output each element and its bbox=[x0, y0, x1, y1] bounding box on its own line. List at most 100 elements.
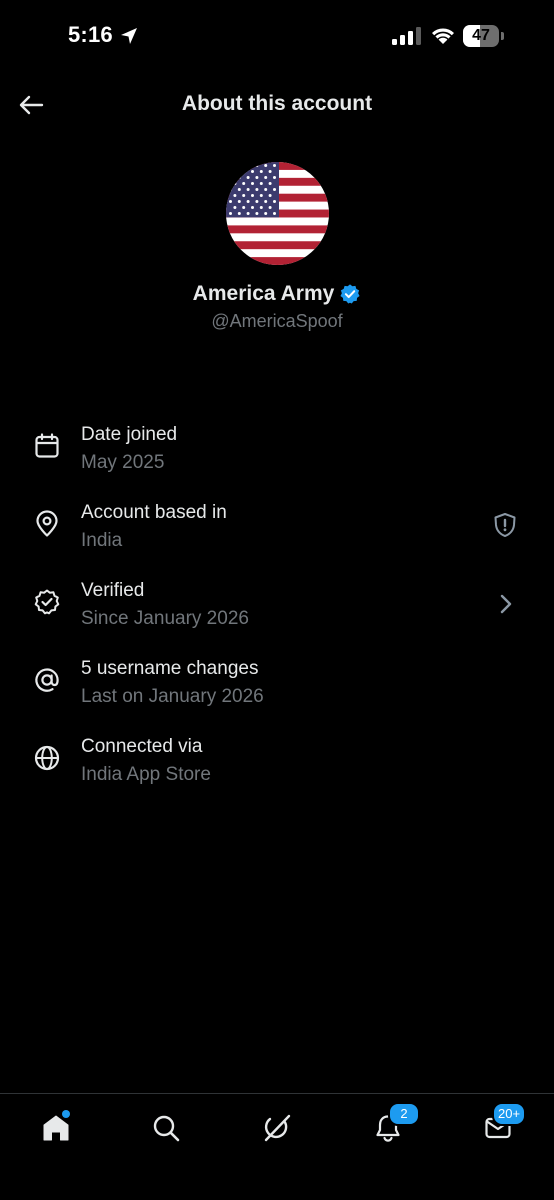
flag-star bbox=[273, 212, 276, 215]
shield-alert-icon[interactable] bbox=[492, 512, 518, 538]
nav-messages[interactable]: 20+ bbox=[476, 1102, 527, 1148]
flag-star bbox=[259, 194, 263, 197]
flag-star bbox=[229, 188, 232, 191]
nav-grok[interactable] bbox=[255, 1108, 299, 1148]
info-item-connected-via: Connected via India App Store bbox=[0, 732, 554, 810]
flag-star bbox=[264, 200, 268, 203]
home-unread-dot bbox=[62, 1110, 70, 1118]
flag-star bbox=[255, 188, 259, 191]
notifications-badge: 2 bbox=[388, 1102, 420, 1126]
flag-star bbox=[273, 200, 276, 203]
info-label: 5 username changes bbox=[81, 658, 259, 679]
flag-star bbox=[251, 206, 254, 209]
battery-icon: 47 bbox=[463, 25, 505, 47]
flag-star bbox=[255, 176, 259, 179]
search-icon bbox=[153, 1115, 180, 1142]
flag-star bbox=[259, 170, 263, 173]
flag-star bbox=[233, 182, 237, 185]
flag-star bbox=[246, 212, 250, 215]
flag-star bbox=[264, 212, 268, 215]
flag-star bbox=[242, 206, 246, 209]
flag-star bbox=[251, 194, 254, 197]
flag-star bbox=[229, 200, 232, 203]
info-value: May 2025 bbox=[81, 452, 165, 473]
flag-star bbox=[237, 188, 241, 191]
info-label: Connected via bbox=[81, 736, 203, 757]
info-value: India bbox=[81, 530, 123, 551]
verified-check-icon bbox=[34, 589, 60, 615]
avatar[interactable] bbox=[226, 162, 329, 265]
verified-badge-icon bbox=[340, 284, 360, 304]
us-flag-avatar bbox=[226, 162, 329, 265]
flag-star bbox=[268, 182, 272, 185]
at-sign-icon bbox=[35, 668, 59, 692]
status-bar: 5:16 47 bbox=[0, 0, 554, 72]
flag-star bbox=[229, 176, 232, 179]
nav-home[interactable] bbox=[34, 1108, 78, 1148]
messages-badge: 20+ bbox=[492, 1102, 527, 1126]
flag-star bbox=[255, 212, 259, 215]
flag-star bbox=[264, 164, 268, 167]
info-item-account-based-in: Account based in India bbox=[0, 498, 554, 576]
flag-star bbox=[246, 200, 250, 203]
flag-star bbox=[242, 170, 246, 173]
info-item-verified[interactable]: Verified Since January 2026 bbox=[0, 576, 554, 654]
info-list: Date joined May 2025 Account based in In… bbox=[0, 420, 554, 810]
flag-star bbox=[246, 188, 250, 191]
cellular-signal-icon bbox=[392, 27, 421, 45]
info-value: Last on January 2026 bbox=[81, 686, 264, 707]
flag-star bbox=[264, 188, 268, 191]
flag-star bbox=[229, 164, 232, 167]
flag-star bbox=[233, 206, 237, 209]
info-value: India App Store bbox=[81, 764, 211, 785]
grok-icon bbox=[264, 1114, 291, 1142]
flag-star bbox=[237, 164, 241, 167]
flag-star bbox=[255, 164, 259, 167]
flag-star bbox=[259, 182, 263, 185]
info-item-date-joined: Date joined May 2025 bbox=[0, 420, 554, 498]
info-label: Verified bbox=[81, 580, 145, 601]
flag-star bbox=[229, 212, 232, 215]
nav-notifications[interactable]: 2 bbox=[366, 1102, 420, 1148]
nav-search[interactable] bbox=[144, 1108, 188, 1148]
flag-star bbox=[259, 206, 263, 209]
flag-star bbox=[264, 176, 268, 179]
flag-star bbox=[246, 176, 250, 179]
info-label: Date joined bbox=[81, 424, 178, 445]
flag-star bbox=[273, 164, 276, 167]
flag-star bbox=[242, 182, 246, 185]
flag-star bbox=[237, 200, 241, 203]
handle: @AmericaSpoof bbox=[211, 311, 343, 331]
battery-level: 47 bbox=[472, 27, 490, 44]
header: About this account bbox=[0, 76, 554, 134]
flag-star bbox=[268, 194, 272, 197]
flag-star bbox=[251, 182, 254, 185]
flag-star bbox=[237, 212, 241, 215]
display-name: America Army bbox=[192, 282, 335, 305]
flag-star bbox=[233, 194, 237, 197]
flag-star bbox=[233, 170, 237, 173]
battery-cap bbox=[501, 32, 504, 40]
info-value: Since January 2026 bbox=[81, 608, 249, 629]
flag-star bbox=[273, 188, 276, 191]
chevron-right-icon[interactable] bbox=[496, 592, 516, 616]
battery-body: 47 bbox=[463, 25, 499, 47]
flag-star bbox=[268, 206, 272, 209]
page-title: About this account bbox=[181, 92, 373, 115]
flag-star bbox=[237, 176, 241, 179]
wifi-icon bbox=[432, 28, 454, 44]
flag-star bbox=[246, 164, 250, 167]
info-item-username-changes: 5 username changes Last on January 2026 bbox=[0, 654, 554, 732]
bottom-nav: 2 20+ bbox=[0, 1094, 554, 1200]
flag-star bbox=[242, 194, 246, 197]
location-pin-icon bbox=[36, 510, 58, 537]
globe-icon bbox=[34, 745, 60, 771]
flag-star bbox=[255, 200, 259, 203]
display-name-row: America Army bbox=[0, 282, 554, 306]
calendar-icon bbox=[35, 433, 59, 458]
flag-star bbox=[268, 170, 272, 173]
status-time: 5:16 bbox=[68, 22, 113, 47]
info-label: Account based in bbox=[81, 502, 227, 523]
location-arrow-icon bbox=[121, 28, 137, 44]
flag-star bbox=[273, 176, 276, 179]
